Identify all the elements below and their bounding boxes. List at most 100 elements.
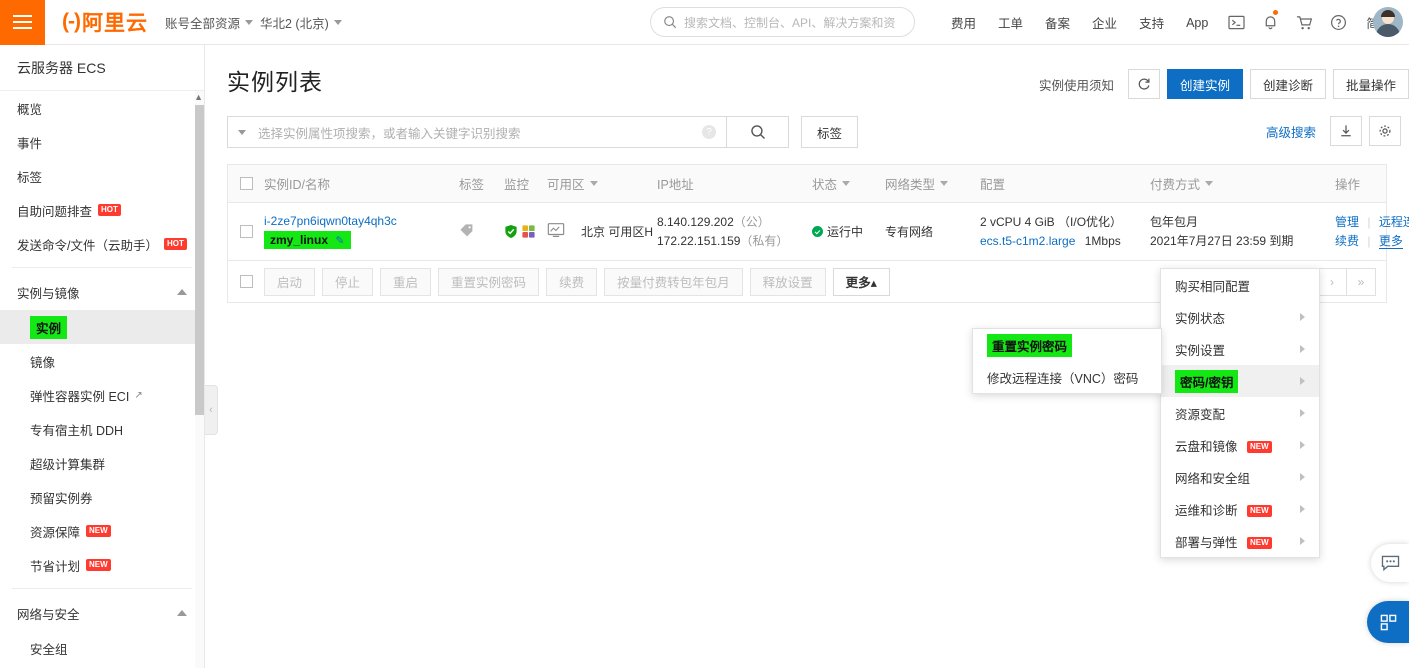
nav-link-enterprise[interactable]: 企业 bbox=[1081, 13, 1128, 32]
menu-item-instance-status[interactable]: 实例状态 bbox=[1161, 301, 1319, 333]
side-panel-button[interactable] bbox=[1367, 601, 1409, 643]
op-more-dropdown-trigger[interactable]: 更多 bbox=[1378, 233, 1403, 249]
global-search-box[interactable]: 搜索文档、控制台、API、解决方案和资 bbox=[650, 7, 915, 37]
sidebar-item-resource-assurance[interactable]: 资源保障 NEW bbox=[0, 514, 204, 548]
terminal-icon[interactable] bbox=[1219, 0, 1253, 45]
reset-password-button[interactable]: 重置实例密码 bbox=[438, 267, 540, 296]
menu-item-network-security-group[interactable]: 网络和安全组 bbox=[1161, 461, 1319, 493]
sidebar-group-label: 实例与镜像 bbox=[17, 286, 80, 301]
sidebar-item-instances[interactable]: 实例 bbox=[0, 310, 204, 344]
footer-more-button[interactable]: 更多▴ bbox=[832, 267, 890, 296]
menu-item-label-wrap: 运维和诊断 NEW bbox=[1175, 500, 1272, 519]
sidebar-item-images[interactable]: 镜像 bbox=[0, 344, 204, 378]
header-pay-type[interactable]: 付费方式 bbox=[1150, 174, 1335, 193]
submenu-item-reset-instance-password[interactable]: 重置实例密码 bbox=[973, 329, 1161, 361]
sidebar-group-network-security[interactable]: 网络与安全 bbox=[0, 595, 204, 631]
shield-icon[interactable] bbox=[504, 224, 518, 239]
create-diagnosis-button[interactable]: 创建诊断 bbox=[1249, 69, 1326, 99]
sidebar-item-label: 事件 bbox=[17, 136, 43, 151]
submenu-item-modify-vnc-password[interactable]: 修改远程连接（VNC）密码 bbox=[973, 361, 1161, 393]
start-button[interactable]: 启动 bbox=[264, 267, 316, 296]
menu-hamburger-icon[interactable] bbox=[0, 0, 45, 45]
menu-item-password-key[interactable]: 密码/密钥 bbox=[1161, 365, 1319, 397]
nav-link-fees[interactable]: 费用 bbox=[940, 13, 987, 32]
instance-type-link[interactable]: ecs.t5-c1m2.large bbox=[980, 234, 1075, 248]
convert-to-subscription-button[interactable]: 按量付费转包年包月 bbox=[604, 267, 743, 296]
menu-item-buy-same-config[interactable]: 购买相同配置 bbox=[1161, 269, 1319, 301]
sidebar-item-savings-plan[interactable]: 节省计划 NEW bbox=[0, 548, 204, 582]
tag-icon[interactable] bbox=[459, 223, 474, 238]
sidebar-item-overview[interactable]: 概览 bbox=[0, 91, 204, 125]
op-manage-link[interactable]: 管理 bbox=[1335, 215, 1359, 229]
page-last-button[interactable]: » bbox=[1346, 267, 1376, 296]
sidebar-item-self-troubleshoot[interactable]: 自助问题排查 HOT bbox=[0, 193, 204, 227]
sidebar-group-instances-images[interactable]: 实例与镜像 bbox=[0, 274, 204, 310]
cart-icon[interactable] bbox=[1287, 0, 1321, 45]
region-selector[interactable]: 华北2 (北京) bbox=[260, 13, 342, 32]
column-settings-button[interactable] bbox=[1369, 116, 1401, 146]
footer-select-all-checkbox[interactable] bbox=[239, 275, 253, 288]
account-scope-selector[interactable]: 账号全部资源 bbox=[165, 13, 253, 32]
help-icon[interactable] bbox=[1321, 0, 1355, 45]
header-net-type[interactable]: 网络类型 bbox=[885, 174, 980, 193]
menu-item-disk-and-image[interactable]: 云盘和镜像 NEW bbox=[1161, 429, 1319, 461]
sidebar-item-tags[interactable]: 标签 bbox=[0, 159, 204, 193]
nav-link-support[interactable]: 支持 bbox=[1128, 13, 1175, 32]
sidebar-item-events[interactable]: 事件 bbox=[0, 125, 204, 159]
download-button[interactable] bbox=[1330, 116, 1362, 146]
sidebar-item-send-command[interactable]: 发送命令/文件（云助手） HOT bbox=[0, 227, 204, 261]
sidebar-scrollbar-thumb[interactable] bbox=[195, 105, 204, 415]
menu-item-resource-change[interactable]: 资源变配 bbox=[1161, 397, 1319, 429]
restart-button[interactable]: 重启 bbox=[380, 267, 432, 296]
sidebar-scrollbar[interactable]: ▲ bbox=[194, 91, 204, 668]
nav-link-app[interactable]: App bbox=[1175, 16, 1219, 30]
batch-operation-button[interactable]: 批量操作 bbox=[1332, 69, 1409, 99]
sidebar-item-eci[interactable]: 弹性容器实例 ECI ↗ bbox=[0, 378, 204, 412]
sidebar-item-scc[interactable]: 超级计算集群 bbox=[0, 446, 204, 480]
puzzle-icon[interactable] bbox=[521, 224, 536, 239]
question-mark-icon[interactable]: ? bbox=[702, 125, 716, 139]
advanced-search-link[interactable]: 高级搜索 bbox=[1266, 122, 1316, 141]
refresh-button[interactable] bbox=[1127, 69, 1160, 99]
sidebar-item-label: 标签 bbox=[17, 170, 43, 185]
menu-item-instance-settings[interactable]: 实例设置 bbox=[1161, 333, 1319, 365]
menu-item-deploy-and-elasticity[interactable]: 部署与弹性 NEW bbox=[1161, 525, 1319, 557]
instance-usage-notice-link[interactable]: 实例使用须知 bbox=[1039, 75, 1114, 94]
sidebar-item-ddh[interactable]: 专有宿主机 DDH bbox=[0, 412, 204, 446]
search-submit-button[interactable] bbox=[727, 116, 789, 148]
instance-search-input[interactable]: 选择实例属性项搜索，或者输入关键字识别搜索 ? bbox=[227, 116, 727, 148]
renew-button[interactable]: 续费 bbox=[546, 267, 598, 296]
menu-item-label: 部署与弹性 bbox=[1175, 535, 1238, 550]
cell-zone: 北京 可用区H bbox=[581, 225, 654, 239]
tag-filter-button[interactable]: 标签 bbox=[801, 116, 858, 148]
sidebar-item-security-group[interactable]: 安全组 bbox=[0, 631, 204, 665]
header-status[interactable]: 状态 bbox=[812, 174, 885, 193]
header-zone-label: 可用区 bbox=[547, 178, 585, 192]
menu-item-ops-and-diagnosis[interactable]: 运维和诊断 NEW bbox=[1161, 493, 1319, 525]
op-remote-connect-link[interactable]: 远程连接 bbox=[1379, 215, 1409, 229]
user-avatar[interactable] bbox=[1373, 7, 1403, 37]
row-checkbox[interactable] bbox=[239, 225, 253, 238]
scroll-up-arrow-icon[interactable]: ▲ bbox=[194, 92, 203, 102]
sidebar-collapse-handle[interactable]: ‹ bbox=[205, 385, 218, 435]
pencil-icon[interactable]: ✎ bbox=[335, 235, 344, 247]
nav-link-icp[interactable]: 备案 bbox=[1034, 13, 1081, 32]
instance-id-link[interactable]: i-2ze7pn6iqwn0tay4qh3c bbox=[264, 212, 459, 231]
bell-icon[interactable] bbox=[1253, 0, 1287, 45]
alibaba-cloud-logo[interactable]: (-) 阿里云 bbox=[62, 7, 148, 37]
op-renew-link[interactable]: 续费 bbox=[1335, 234, 1359, 248]
nav-link-tickets[interactable]: 工单 bbox=[987, 13, 1034, 32]
header-zone[interactable]: 可用区 bbox=[547, 174, 657, 193]
select-all-checkbox[interactable] bbox=[239, 177, 253, 190]
chevron-up-icon bbox=[177, 610, 187, 616]
release-settings-button[interactable]: 释放设置 bbox=[749, 267, 826, 296]
monitor-icon[interactable] bbox=[547, 222, 565, 238]
create-instance-button[interactable]: 创建实例 bbox=[1166, 69, 1243, 99]
chat-widget-button[interactable] bbox=[1371, 544, 1409, 582]
sidebar-item-label: 发送命令/文件（云助手） bbox=[17, 238, 158, 253]
sidebar-divider bbox=[12, 267, 192, 268]
sidebar-item-reserved-instance[interactable]: 预留实例券 bbox=[0, 480, 204, 514]
page-title: 实例列表 bbox=[227, 69, 323, 95]
stop-button[interactable]: 停止 bbox=[322, 267, 374, 296]
page-next-button[interactable]: › bbox=[1317, 267, 1347, 296]
